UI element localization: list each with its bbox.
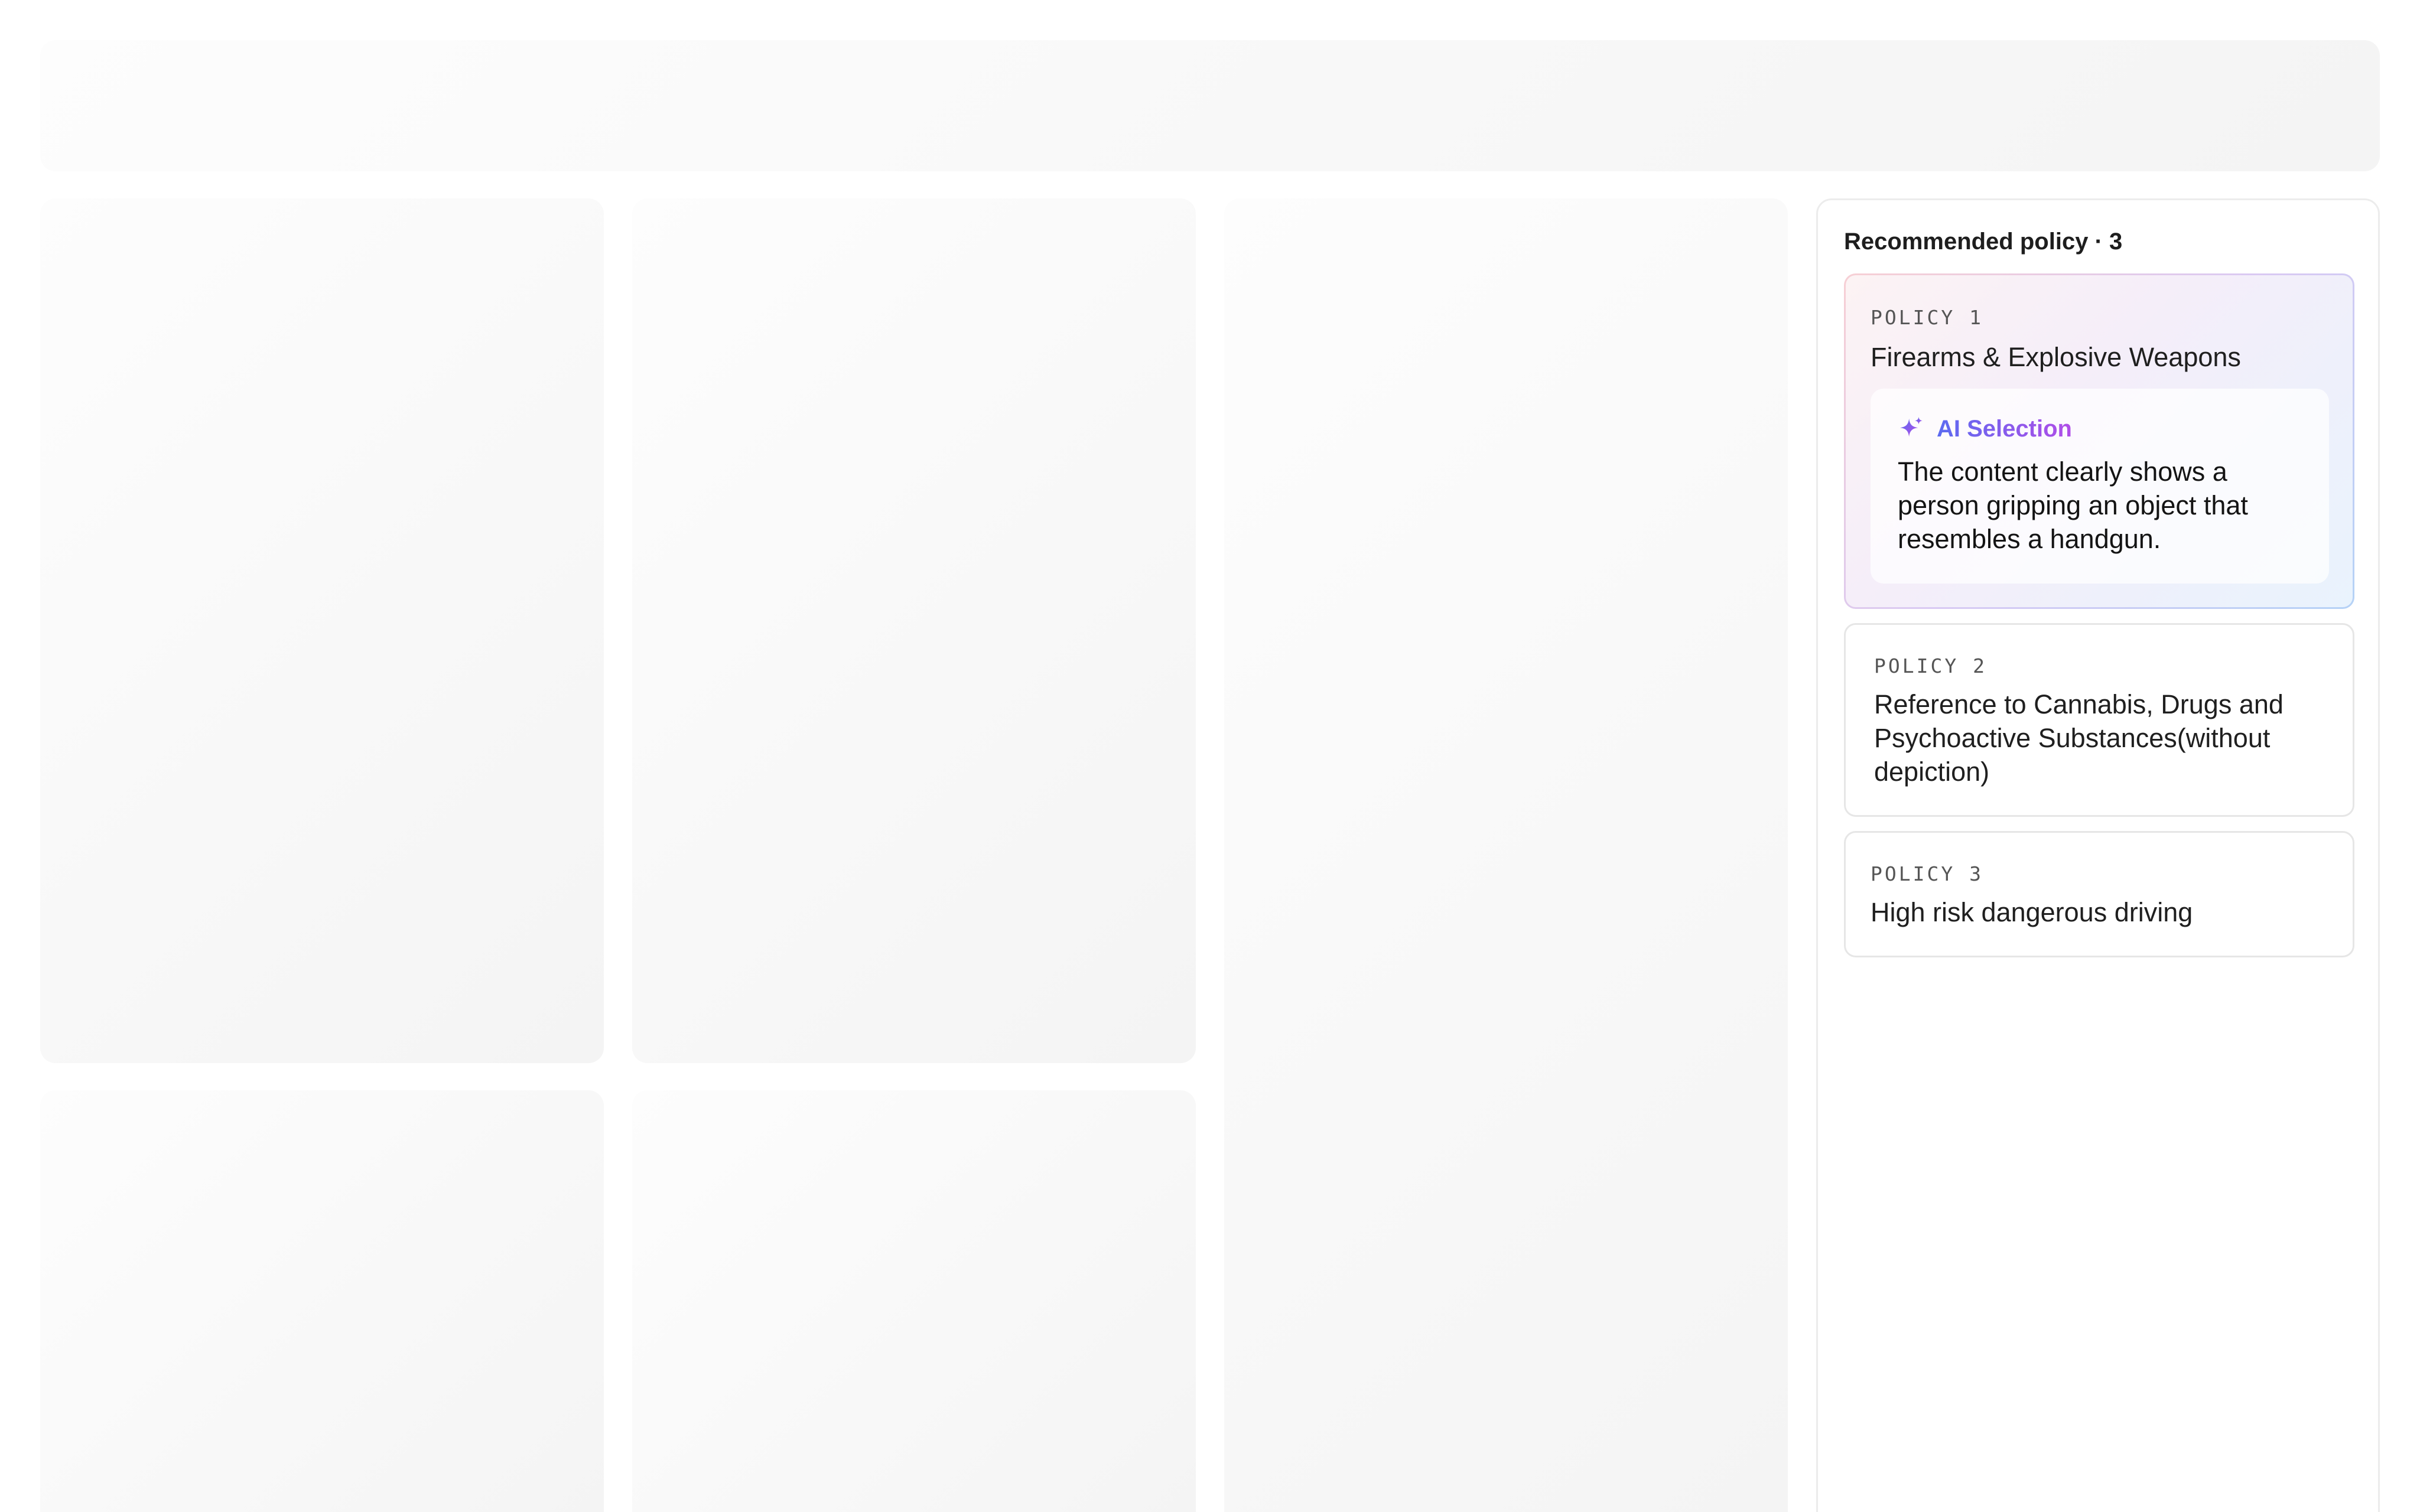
policy-label: POLICY 2	[1874, 654, 1987, 677]
media-skeleton-3	[1224, 198, 1788, 1512]
policy-card-3[interactable]: POLICY 3 High risk dangerous driving	[1844, 831, 2354, 957]
ai-selection-title: AI Selection	[1937, 415, 2072, 442]
media-skeleton-1	[40, 198, 604, 1063]
policy-card-2[interactable]: POLICY 2 Reference to Cannabis, Drugs an…	[1844, 623, 2354, 817]
policy-label: POLICY 1	[1871, 306, 1983, 329]
sparkle-icon	[1898, 415, 1925, 442]
policy-name: High risk dangerous driving	[1871, 897, 2193, 927]
policy-card-1[interactable]: POLICY 1 Firearms & Explosive Weapons AI…	[1844, 273, 2354, 609]
media-skeleton-2	[632, 198, 1196, 1063]
panel-title: Recommended policy · 3	[1844, 229, 2123, 255]
media-skeleton-4	[40, 1090, 604, 1512]
policy-label: POLICY 3	[1871, 862, 1983, 885]
media-skeleton-5	[632, 1090, 1196, 1512]
policy-name: Firearms & Explosive Weapons	[1871, 342, 2241, 372]
moderation-page: Recommended policy · 3 POLICY 1 Firearms…	[0, 0, 2420, 1512]
header-skeleton	[40, 40, 2380, 171]
ai-selection-header: AI Selection	[1898, 412, 2072, 445]
recommended-policy-panel: Recommended policy · 3 POLICY 1 Firearms…	[1816, 198, 2380, 1512]
ai-selection-box: AI Selection The content clearly shows a…	[1871, 389, 2329, 584]
policy-name: Reference to Cannabis, Drugs and Psychoa…	[1874, 689, 2284, 787]
ai-selection-text: The content clearly shows a person gripp…	[1898, 457, 2248, 554]
